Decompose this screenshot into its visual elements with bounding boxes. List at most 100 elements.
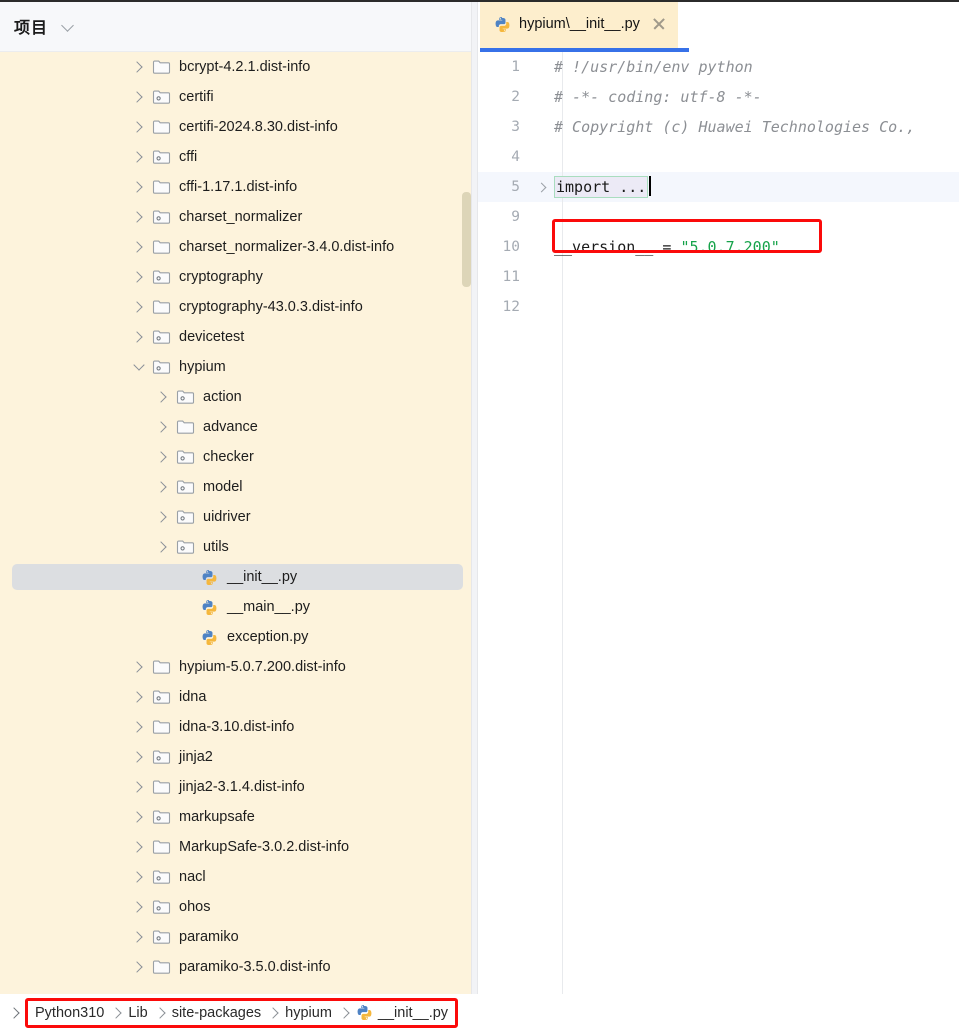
chevron-right-icon[interactable] — [152, 451, 174, 463]
tree-row[interactable]: certifi — [0, 82, 471, 112]
code-line[interactable]: 3 # Copyright (c) Huawei Technologies Co.… — [478, 112, 959, 142]
chevron-right-icon[interactable] — [152, 481, 174, 493]
project-tree-scroll-area[interactable]: bcrypt-4.2.1.dist-info certifi certifi-202… — [0, 52, 471, 994]
tree-row[interactable]: idna-3.10.dist-info — [0, 712, 471, 742]
breadcrumb-item-label: Python310 — [35, 1004, 105, 1021]
tree-row[interactable]: markupsafe — [0, 802, 471, 832]
chevron-right-icon[interactable] — [128, 271, 150, 283]
chevron-right-icon[interactable] — [152, 391, 174, 403]
breadcrumb-item[interactable]: Python310 — [35, 1005, 104, 1021]
text-cursor — [649, 176, 652, 196]
tree-row[interactable]: ohos — [0, 892, 471, 922]
tree-row[interactable]: cryptography-43.0.3.dist-info — [0, 292, 471, 322]
breadcrumb-item[interactable]: hypium — [285, 1005, 332, 1021]
tree-row[interactable]: action — [0, 382, 471, 412]
project-panel-header[interactable]: 项目 — [0, 0, 471, 52]
chevron-right-icon[interactable] — [128, 901, 150, 913]
tree-row[interactable]: paramiko-3.5.0.dist-info — [0, 952, 471, 982]
package-folder-icon — [150, 88, 172, 106]
tree-row[interactable]: devicetest — [0, 322, 471, 352]
code-line[interactable]: 2 # -*- coding: utf-8 -*- — [478, 82, 959, 112]
tree-row[interactable]: utils — [0, 532, 471, 562]
python-file-icon — [198, 598, 220, 616]
tree-row[interactable]: cryptography — [0, 262, 471, 292]
code-line[interactable]: 5 import ... — [478, 172, 959, 202]
tree-row[interactable]: nacl — [0, 862, 471, 892]
tree-row-label: MarkupSafe-3.0.2.dist-info — [179, 839, 350, 855]
tree-row[interactable]: bcrypt-4.2.1.dist-info — [0, 52, 471, 82]
window-top-edge — [0, 0, 959, 2]
tree-row[interactable]: cffi-1.17.1.dist-info — [0, 172, 471, 202]
chevron-right-icon[interactable] — [128, 211, 150, 223]
tree-row[interactable]: jinja2 — [0, 742, 471, 772]
chevron-right-icon[interactable] — [128, 331, 150, 343]
chevron-right-icon[interactable] — [4, 1006, 24, 1019]
breadcrumb-item[interactable]: site-packages — [172, 1005, 261, 1021]
tree-row-content: bcrypt-4.2.1.dist-info — [0, 58, 310, 76]
chevron-right-icon[interactable] — [128, 931, 150, 943]
code-line[interactable]: 10 __version__ = "5.0.7.200" — [478, 232, 959, 262]
tree-row-content: checker — [0, 448, 254, 466]
tree-row[interactable]: idna — [0, 682, 471, 712]
chevron-right-icon[interactable] — [128, 871, 150, 883]
tree-row-label: __init__.py — [227, 569, 298, 585]
chevron-down-icon[interactable] — [128, 359, 150, 371]
chevron-right-icon[interactable] — [128, 121, 150, 133]
breadcrumb[interactable]: Python310 Lib site-packages hypium __init__.… — [25, 997, 459, 1028]
project-tree-vertical-scrollbar[interactable] — [462, 192, 471, 287]
tree-row[interactable]: charset_normalizer-3.4.0.dist-info — [0, 232, 471, 262]
chevron-right-icon[interactable] — [128, 61, 150, 73]
chevron-right-icon[interactable] — [128, 841, 150, 853]
chevron-right-icon[interactable] — [128, 661, 150, 673]
code-editor[interactable]: 1 # !/usr/bin/env python 2 # -*- coding: ut… — [478, 52, 959, 994]
comment-token: # Copyright (c) Huawei Technologies Co., — [554, 118, 916, 136]
tree-row[interactable]: checker — [0, 442, 471, 472]
chevron-right-icon[interactable] — [128, 781, 150, 793]
tree-row[interactable]: hypium — [0, 352, 471, 382]
tree-row[interactable]: jinja2-3.1.4.dist-info — [0, 772, 471, 802]
chevron-right-icon[interactable] — [128, 961, 150, 973]
chevron-right-icon[interactable] — [128, 241, 150, 253]
code-line[interactable]: 12 — [478, 292, 959, 322]
tree-row-content: idna — [0, 688, 206, 706]
tree-row[interactable]: __main__.py — [0, 592, 471, 622]
chevron-right-icon[interactable] — [128, 691, 150, 703]
comment-token: # !/usr/bin/env python — [554, 58, 753, 76]
code-line[interactable]: 1 # !/usr/bin/env python — [478, 52, 959, 82]
chevron-right-icon[interactable] — [152, 421, 174, 433]
code-line[interactable]: 9 — [478, 202, 959, 232]
editor-tab-hypium-init[interactable]: hypium\__init__.py — [480, 0, 678, 48]
chevron-right-icon[interactable] — [128, 301, 150, 313]
chevron-right-icon[interactable] — [128, 811, 150, 823]
tree-row[interactable]: exception.py — [0, 622, 471, 652]
folder-icon — [150, 118, 172, 136]
tree-row[interactable]: MarkupSafe-3.0.2.dist-info — [0, 832, 471, 862]
tree-row[interactable]: charset_normalizer — [0, 202, 471, 232]
close-icon[interactable] — [652, 17, 666, 31]
chevron-right-icon[interactable] — [128, 751, 150, 763]
tree-row[interactable]: uidriver — [0, 502, 471, 532]
tree-row-label: ohos — [179, 899, 211, 915]
breadcrumb-item[interactable]: Lib — [128, 1005, 147, 1021]
tree-row[interactable]: hypium-5.0.7.200.dist-info — [0, 652, 471, 682]
chevron-right-icon[interactable] — [128, 181, 150, 193]
fold-expand-icon[interactable] — [530, 182, 552, 192]
chevron-right-icon[interactable] — [128, 721, 150, 733]
panel-divider[interactable] — [471, 0, 478, 994]
chevron-right-icon[interactable] — [152, 511, 174, 523]
tree-row[interactable]: certifi-2024.8.30.dist-info — [0, 112, 471, 142]
folded-import-chip[interactable]: import ... — [554, 176, 649, 198]
tree-row[interactable]: model — [0, 472, 471, 502]
breadcrumb-item-label: __init__.py — [377, 1004, 449, 1021]
chevron-down-icon[interactable] — [62, 19, 75, 32]
tree-row[interactable]: paramiko — [0, 922, 471, 952]
code-line[interactable]: 4 — [478, 142, 959, 172]
chevron-right-icon[interactable] — [128, 151, 150, 163]
tree-row[interactable]: advance — [0, 412, 471, 442]
code-line[interactable]: 11 — [478, 262, 959, 292]
chevron-right-icon[interactable] — [128, 91, 150, 103]
tree-row[interactable]: __init__.py — [0, 562, 471, 592]
chevron-right-icon[interactable] — [152, 541, 174, 553]
breadcrumb-item[interactable]: __init__.py — [356, 1004, 448, 1021]
tree-row[interactable]: cffi — [0, 142, 471, 172]
